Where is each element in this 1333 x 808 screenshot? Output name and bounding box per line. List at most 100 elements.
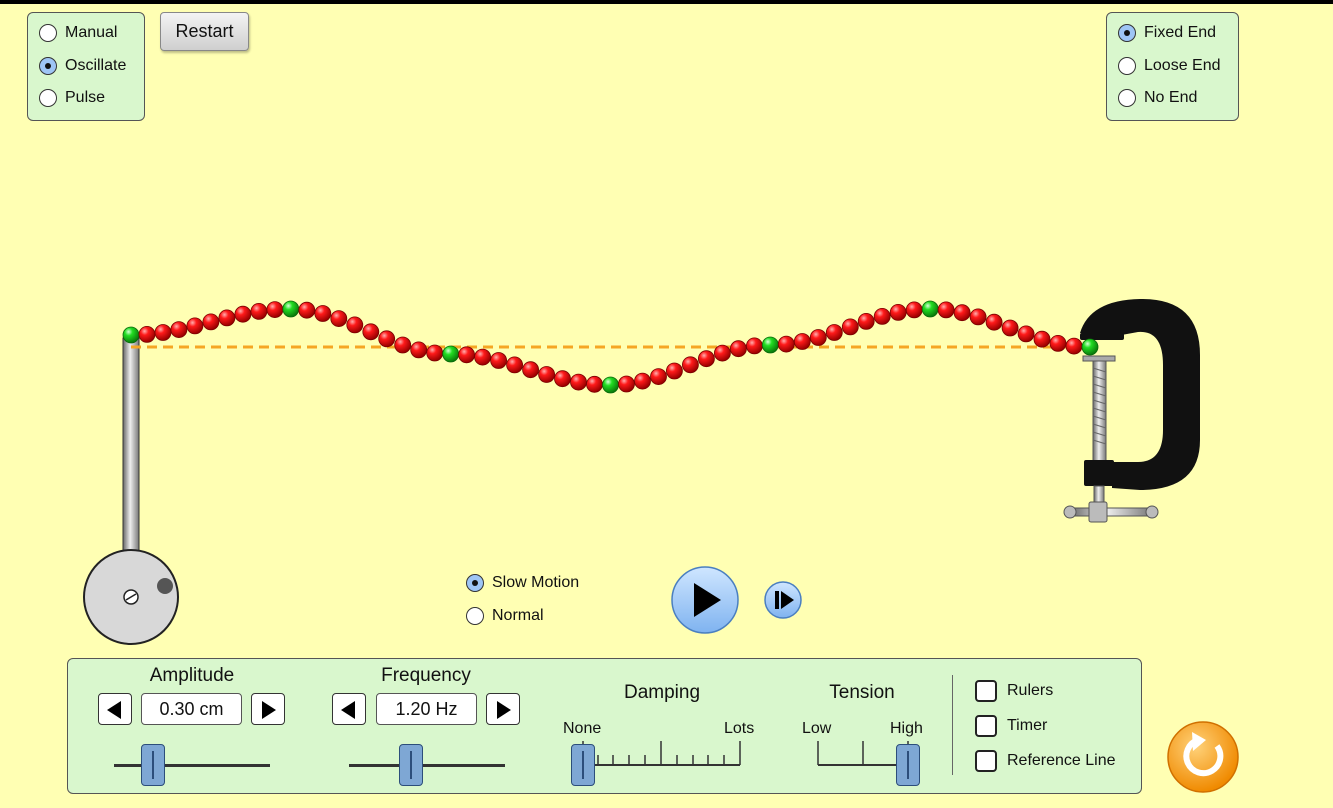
play-button[interactable] xyxy=(671,566,739,634)
frequency-slider-thumb[interactable] xyxy=(399,744,424,786)
marker-bead xyxy=(921,300,939,318)
bead xyxy=(1033,330,1051,348)
reference-line-checkbox[interactable]: Reference Line xyxy=(975,750,1116,772)
checkbox-label: Timer xyxy=(1007,717,1048,734)
bead xyxy=(682,356,699,374)
checkbox-label: Reference Line xyxy=(1007,752,1116,769)
step-icon xyxy=(775,591,779,609)
frequency-slider-track[interactable] xyxy=(349,764,505,767)
oscillator-rod xyxy=(122,337,140,555)
bead xyxy=(634,372,651,390)
rulers-check-box[interactable] xyxy=(975,680,997,702)
panel-divider xyxy=(952,675,953,775)
bead xyxy=(698,350,715,368)
amplitude-slider-track[interactable] xyxy=(114,764,270,767)
tension-slider-thumb[interactable] xyxy=(896,744,920,786)
bead xyxy=(1065,337,1083,355)
bead xyxy=(234,305,252,323)
bead xyxy=(362,323,380,341)
damping-slider-ticks xyxy=(582,741,741,766)
frequency-increase-button[interactable] xyxy=(486,693,520,725)
bead xyxy=(586,375,603,393)
bead xyxy=(809,329,827,346)
timer-checkbox[interactable]: Timer xyxy=(975,715,1047,737)
bead xyxy=(969,308,987,326)
control-panel: Amplitude 0.30 cm Frequency 1.20 Hz Damp… xyxy=(67,658,1142,794)
bead xyxy=(777,335,795,353)
reference-line-check-box[interactable] xyxy=(975,750,997,772)
bead xyxy=(506,356,523,374)
amplitude-increase-button[interactable] xyxy=(251,693,285,725)
bead xyxy=(793,333,811,350)
bead xyxy=(1001,319,1019,337)
marker-bead xyxy=(1081,338,1099,356)
marker-bead xyxy=(442,345,460,363)
amplitude-slider-thumb[interactable] xyxy=(141,744,165,786)
rulers-checkbox[interactable]: Rulers xyxy=(975,680,1053,702)
tension-min-label: Low xyxy=(802,720,832,737)
amplitude-label: Amplitude xyxy=(149,665,235,686)
bead xyxy=(426,344,444,362)
bead xyxy=(889,303,907,321)
radio-label: Normal xyxy=(492,607,544,624)
bead xyxy=(394,336,412,354)
clamp-icon xyxy=(1063,298,1200,523)
tension-label: Tension xyxy=(829,682,895,703)
checkbox-label: Rulers xyxy=(1007,682,1054,699)
radio-slow-motion[interactable] xyxy=(466,574,484,592)
bead xyxy=(538,366,555,383)
bead xyxy=(554,370,571,388)
bead xyxy=(330,310,348,328)
bead xyxy=(1017,325,1035,343)
frequency-label: Frequency xyxy=(381,665,471,686)
marker-bead xyxy=(122,326,140,344)
slow-motion-radio[interactable]: Slow Motion xyxy=(466,574,579,592)
bead xyxy=(218,309,236,327)
amplitude-decrease-button[interactable] xyxy=(98,693,132,725)
frequency-value: 1.20 Hz xyxy=(376,693,477,725)
bead xyxy=(138,325,156,343)
amplitude-value: 0.30 cm xyxy=(141,693,242,725)
marker-bead xyxy=(761,336,779,354)
marker-bead xyxy=(282,300,300,318)
reset-all-button[interactable] xyxy=(1167,721,1239,793)
damping-min-label: None xyxy=(563,720,602,737)
bead xyxy=(730,340,747,358)
bead xyxy=(953,304,971,322)
radio-label: Slow Motion xyxy=(492,574,580,591)
bead xyxy=(170,321,188,339)
damping-slider-thumb[interactable] xyxy=(571,744,595,786)
normal-speed-radio[interactable]: Normal xyxy=(466,607,544,625)
bead xyxy=(314,305,332,322)
bead xyxy=(346,316,364,334)
frequency-decrease-button[interactable] xyxy=(332,693,366,725)
bead xyxy=(378,330,396,348)
bead xyxy=(490,352,508,369)
bead xyxy=(298,301,316,319)
bead xyxy=(857,312,875,330)
bead xyxy=(937,301,955,319)
tension-max-label: High xyxy=(890,720,923,737)
marker-bead xyxy=(602,376,619,394)
bead xyxy=(618,375,635,393)
bead xyxy=(714,344,731,362)
bead xyxy=(825,324,843,341)
bead xyxy=(666,362,683,380)
step-button[interactable] xyxy=(764,581,802,619)
radio-normal[interactable] xyxy=(466,607,484,625)
bead xyxy=(841,318,859,336)
damping-max-label: Lots xyxy=(724,720,755,737)
bead xyxy=(650,368,667,386)
bead xyxy=(250,302,268,320)
bead xyxy=(905,301,923,319)
bead xyxy=(1049,334,1067,352)
oscillator-wheel xyxy=(83,549,179,645)
bead xyxy=(474,348,492,366)
bead xyxy=(746,337,763,355)
timer-check-box[interactable] xyxy=(975,715,997,737)
bead xyxy=(570,373,587,391)
damping-label: Damping xyxy=(623,682,701,703)
bead xyxy=(186,317,204,335)
bead xyxy=(522,361,539,379)
bead xyxy=(266,301,284,319)
